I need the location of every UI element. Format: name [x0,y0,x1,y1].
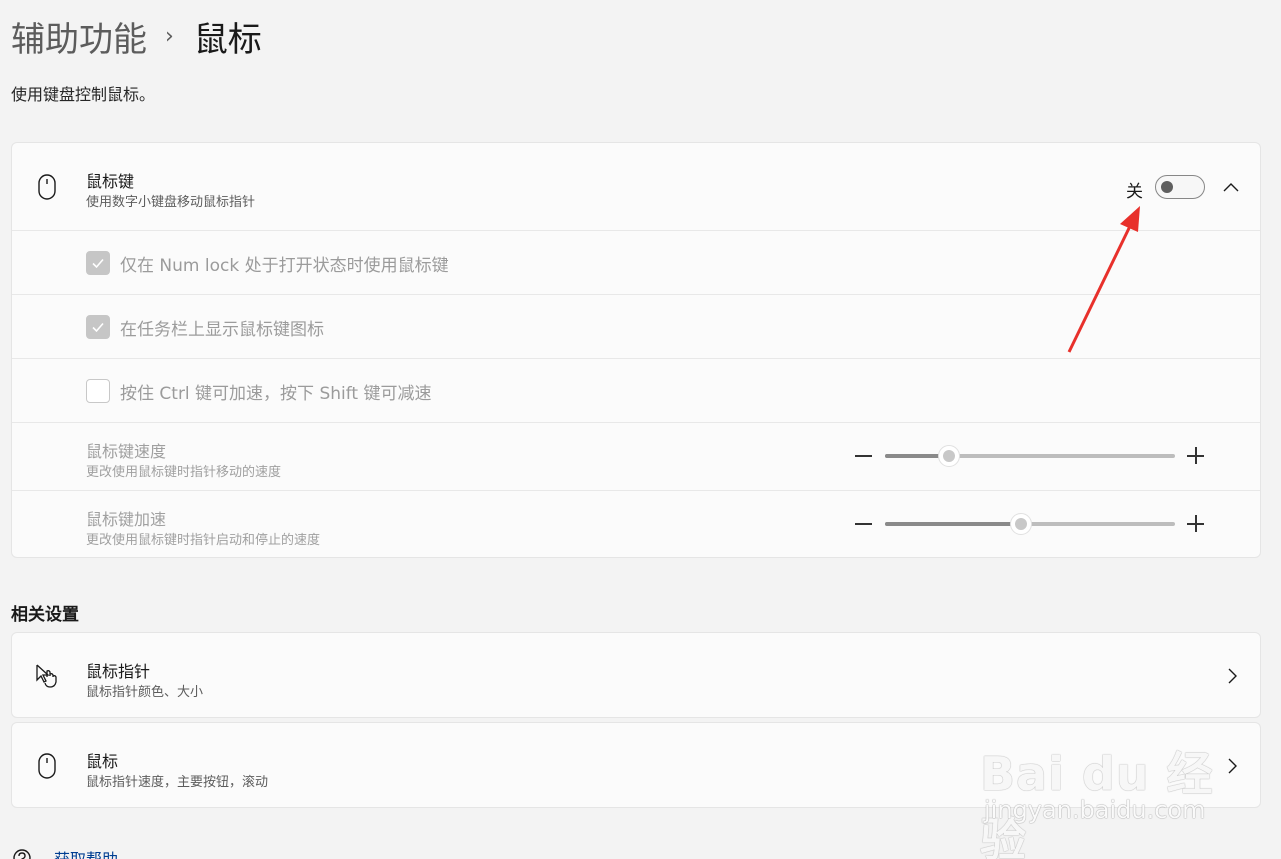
chevron-right-icon [1225,756,1239,776]
speed-slider-title: 鼠标键速度 [86,442,167,461]
slider-fill [885,522,1022,526]
acceleration-slider-title: 鼠标键加速 [86,510,167,529]
breadcrumb-separator: › [165,23,174,49]
toggle-knob [1161,181,1173,193]
speed-slider-subtitle: 更改使用鼠标键时指针移动的速度 [86,465,282,480]
related-settings-heading: 相关设置 [11,605,79,625]
toggle-state-label: 关 [1126,182,1143,202]
slider-thumb[interactable] [937,445,960,467]
slider-row-acceleration: 鼠标键加速 更改使用鼠标键时指针启动和停止的速度 [12,490,1260,558]
acceleration-slider-subtitle: 更改使用鼠标键时指针启动和停止的速度 [86,533,321,548]
numlock-checkbox[interactable] [86,251,110,275]
mouse-keys-title: 鼠标键 [86,172,135,191]
chevron-right-icon [1225,666,1239,686]
numlock-option-label: 仅在 Num lock 处于打开状态时使用鼠标键 [120,256,449,276]
breadcrumb-parent-accessibility[interactable]: 辅助功能 [11,12,147,61]
page-description: 使用键盘控制鼠标。 [11,85,156,104]
ctrl-shift-option-label: 按住 Ctrl 键可加速，按下 Shift 键可减速 [120,384,432,404]
option-row-ctrl-shift[interactable]: 按住 Ctrl 键可加速，按下 Shift 键可减速 [12,358,1260,422]
watermark-url: jingyan.baidu.com [984,796,1206,824]
chevron-up-icon[interactable] [1220,176,1242,198]
mouse-keys-subtitle: 使用数字小键盘移动鼠标指针 [86,195,256,210]
pointer-hand-icon [33,661,63,691]
acceleration-slider[interactable] [855,512,1205,536]
mouse-pointer-subtitle: 鼠标指针颜色、大小 [86,685,204,700]
mouse-title: 鼠标 [86,752,119,771]
minus-icon[interactable] [855,523,872,525]
baidu-watermark: Bai du 经验 jingyan.baidu.com [980,718,1220,859]
mouse-pointer-title: 鼠标指针 [86,662,151,681]
page-title: 鼠标 [193,19,262,60]
annotation-arrow-icon [1067,206,1140,353]
related-item-mouse-pointer[interactable]: 鼠标指针 鼠标指针颜色、大小 [11,632,1261,718]
mouse-subtitle: 鼠标指针速度，主要按钮，滚动 [86,775,269,790]
taskbar-icon-checkbox[interactable] [86,315,110,339]
mouse-icon [35,172,59,202]
get-help-label[interactable]: 获取帮助 [54,846,118,859]
minus-icon[interactable] [855,455,872,457]
taskbar-icon-option-label: 在任务栏上显示鼠标键图标 [120,320,324,340]
breadcrumb: 辅助功能 › 鼠标 [11,12,262,60]
get-help-link[interactable]: 获取帮助 [12,846,118,859]
plus-icon-vertical [1195,515,1197,532]
slider-thumb[interactable] [1010,513,1033,535]
mouse-icon [35,751,59,781]
ctrl-shift-checkbox[interactable] [86,379,110,403]
plus-icon-vertical [1195,447,1197,464]
slider-row-speed: 鼠标键速度 更改使用鼠标键时指针移动的速度 [12,422,1260,490]
mouse-keys-toggle[interactable] [1155,175,1205,199]
speed-slider[interactable] [855,444,1205,468]
help-icon [13,849,31,859]
